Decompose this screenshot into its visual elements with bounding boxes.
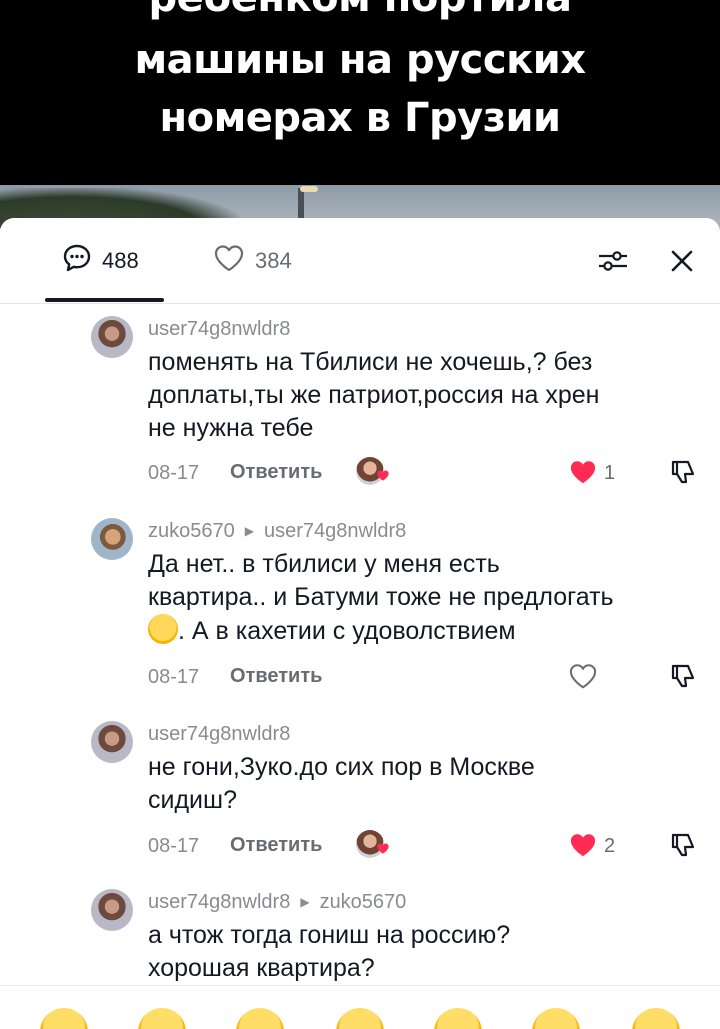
comments-sheet: 488 384 user74g8nwldr8 поменять на Тбили… <box>0 218 720 1029</box>
video-caption-line: номерах в Грузии <box>159 95 561 141</box>
comment-date: 08-17 <box>148 462 200 484</box>
comment-actions: 08-17 Ответить <box>148 659 708 693</box>
video-caption-line: машины на русских <box>134 37 586 83</box>
laughing-emoji[interactable] <box>434 1008 482 1029</box>
thumbs-down-icon[interactable] <box>668 457 698 487</box>
comment-text: поменять на Тбилиси не хочешь,? без допл… <box>148 348 600 442</box>
like-button[interactable] <box>566 457 600 487</box>
comments-count: 488 <box>102 248 139 273</box>
thumbs-down-icon[interactable] <box>668 661 698 691</box>
tab-comments[interactable]: 488 <box>62 243 139 279</box>
smiling-emoji[interactable] <box>236 1008 284 1029</box>
comment-author[interactable]: user74g8nwldr8 <box>148 891 290 914</box>
like-button[interactable] <box>566 661 600 691</box>
creator-liked-avatar <box>356 457 389 485</box>
heart-icon <box>376 842 390 860</box>
avatar[interactable] <box>91 316 133 358</box>
comment-reply-to[interactable]: zuko5670 <box>320 891 407 914</box>
reply-arrow-icon: ▶ <box>300 895 310 909</box>
sweat-smile-emoji[interactable] <box>336 1008 384 1029</box>
comments-header: 488 384 <box>0 218 720 304</box>
grinning-sweat-emoji[interactable] <box>40 1008 88 1029</box>
comment-date: 08-17 <box>148 835 200 857</box>
avatar[interactable] <box>91 721 133 763</box>
clapping-emoji[interactable] <box>532 1008 580 1029</box>
close-icon[interactable] <box>665 244 699 278</box>
creator-liked-avatar <box>356 830 389 858</box>
like-count: 1 <box>604 462 616 484</box>
emoji-quick-bar <box>0 985 720 1029</box>
video-caption-line: ребенком портила <box>0 0 720 18</box>
sliders-icon[interactable] <box>596 244 630 278</box>
reply-button[interactable]: Ответить <box>230 665 322 688</box>
heart-outline-icon <box>213 243 245 279</box>
likes-count: 384 <box>255 248 292 273</box>
grinning-sweat-emoji <box>148 614 178 644</box>
comment-meta: user74g8nwldr8 <box>148 721 290 747</box>
reply-button[interactable]: Ответить <box>230 834 322 857</box>
comment-meta: zuko5670 ▶ user74g8nwldr8 <box>148 518 406 544</box>
speech-bubble-icon <box>62 243 92 279</box>
comment-actions: 08-17 Ответить 1 <box>148 455 708 489</box>
video-player[interactable]: ребенком портила машины на русских номер… <box>0 0 720 240</box>
like-count: 2 <box>604 835 616 857</box>
comment-actions: 08-17 Ответить 2 <box>148 828 708 862</box>
reply-arrow-icon: ▶ <box>244 524 254 538</box>
grimacing-emoji[interactable] <box>632 1008 680 1029</box>
comment-author[interactable]: zuko5670 <box>148 520 235 543</box>
comment-meta: user74g8nwldr8 ▶ zuko5670 <box>148 889 406 915</box>
heart-icon <box>376 469 390 487</box>
comment-reply-to[interactable]: user74g8nwldr8 <box>264 520 406 543</box>
like-button[interactable] <box>566 830 600 860</box>
comment-author[interactable]: user74g8nwldr8 <box>148 723 290 746</box>
comment-author[interactable]: user74g8nwldr8 <box>148 318 290 341</box>
comment-meta: user74g8nwldr8 <box>148 316 290 342</box>
reply-button[interactable]: Ответить <box>230 461 322 484</box>
comment-text: не гони,Зуко.до сих пор в Москве сидиш? <box>148 753 535 814</box>
heart-eyes-emoji[interactable] <box>138 1008 186 1029</box>
avatar[interactable] <box>91 889 133 931</box>
avatar[interactable] <box>91 518 133 560</box>
thumbs-down-icon[interactable] <box>668 830 698 860</box>
comment-text: Да нет.. в тбилиси у меня есть квартира.… <box>148 550 614 645</box>
active-tab-indicator <box>45 298 164 302</box>
comment-date: 08-17 <box>148 666 200 688</box>
tab-likes[interactable]: 384 <box>213 243 292 279</box>
comment-text: а чтож тогда гониш на россию? хорошая кв… <box>148 921 511 982</box>
video-frame-lamp-head <box>300 186 318 192</box>
